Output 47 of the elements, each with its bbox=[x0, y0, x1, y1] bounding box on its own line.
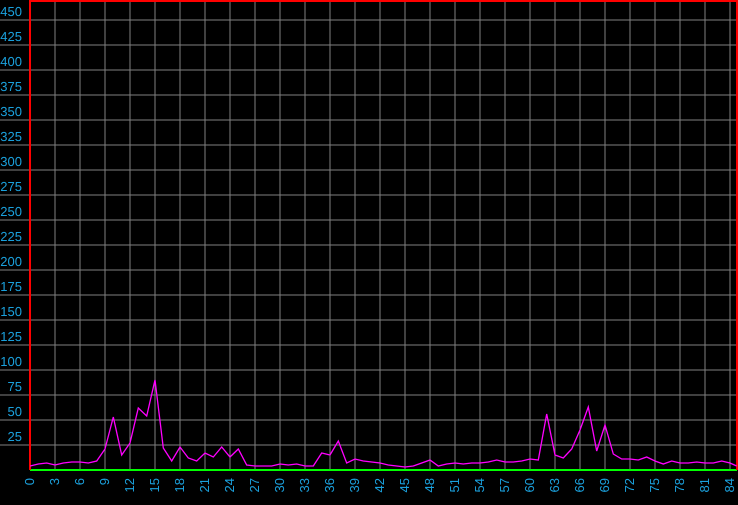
y-tick-label: 325 bbox=[0, 129, 22, 144]
x-tick-label: 84 bbox=[722, 478, 737, 492]
x-tick-label: 81 bbox=[697, 478, 712, 492]
x-tick-label: 69 bbox=[597, 478, 612, 492]
y-tick-label: 275 bbox=[0, 179, 22, 194]
y-tick-label: 225 bbox=[0, 229, 22, 244]
x-tick-label: 24 bbox=[222, 478, 237, 492]
y-tick-label: 375 bbox=[0, 79, 22, 94]
y-tick-label: 200 bbox=[0, 254, 22, 269]
x-tick-label: 45 bbox=[397, 478, 412, 492]
x-tick-label: 30 bbox=[272, 478, 287, 492]
x-tick-label: 54 bbox=[472, 478, 487, 492]
x-tick-label: 33 bbox=[297, 478, 312, 492]
x-tick-label: 12 bbox=[122, 478, 137, 492]
x-tick-label: 42 bbox=[372, 478, 387, 492]
x-tick-label: 18 bbox=[172, 478, 187, 492]
x-tick-label: 78 bbox=[672, 478, 687, 492]
y-tick-label: 350 bbox=[0, 104, 22, 119]
x-tick-label: 75 bbox=[647, 478, 662, 492]
x-tick-label: 27 bbox=[247, 478, 262, 492]
y-tick-label: 75 bbox=[8, 379, 22, 394]
y-tick-label: 425 bbox=[0, 29, 22, 44]
x-tick-label: 21 bbox=[197, 478, 212, 492]
x-tick-label: 51 bbox=[447, 478, 462, 492]
y-tick-label: 50 bbox=[8, 404, 22, 419]
y-tick-label: 175 bbox=[0, 279, 22, 294]
y-tick-label: 150 bbox=[0, 304, 22, 319]
x-tick-label: 3 bbox=[47, 478, 62, 486]
x-tick-label: 63 bbox=[547, 478, 562, 492]
x-tick-label: 39 bbox=[347, 478, 362, 492]
x-tick-label: 60 bbox=[522, 478, 537, 492]
y-tick-label: 25 bbox=[8, 429, 22, 444]
y-tick-label: 450 bbox=[0, 4, 22, 19]
y-tick-label: 125 bbox=[0, 329, 22, 344]
x-tick-label: 6 bbox=[72, 478, 87, 486]
x-tick-label: 9 bbox=[97, 478, 112, 486]
x-tick-label: 36 bbox=[322, 478, 337, 492]
x-tick-label: 57 bbox=[497, 478, 512, 492]
x-tick-label: 48 bbox=[422, 478, 437, 492]
y-tick-label: 250 bbox=[0, 204, 22, 219]
x-tick-label: 66 bbox=[572, 478, 587, 492]
x-tick-label: 72 bbox=[622, 478, 637, 492]
x-tick-label: 0 bbox=[22, 478, 37, 486]
y-tick-label: 100 bbox=[0, 354, 22, 369]
y-tick-label: 400 bbox=[0, 54, 22, 69]
x-tick-label: 15 bbox=[147, 478, 162, 492]
y-tick-label: 300 bbox=[0, 154, 22, 169]
